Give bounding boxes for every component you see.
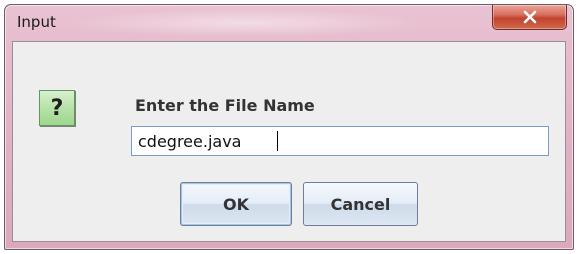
question-icon: ? (39, 90, 75, 126)
title-bar[interactable]: Input (5, 5, 573, 41)
input-dialog-window: Input ? Enter the File Name OK Cancel (4, 4, 574, 250)
dialog-content: ? Enter the File Name OK Cancel (12, 41, 566, 242)
file-name-input[interactable] (131, 126, 549, 156)
title-bar-glow (65, 9, 425, 37)
text-caret (277, 131, 278, 151)
window-title: Input (17, 13, 56, 31)
close-icon (523, 10, 536, 24)
prompt-label: Enter the File Name (135, 96, 315, 115)
close-button[interactable] (492, 5, 567, 30)
cancel-button[interactable]: Cancel (303, 182, 418, 226)
ok-button[interactable]: OK (180, 182, 292, 226)
